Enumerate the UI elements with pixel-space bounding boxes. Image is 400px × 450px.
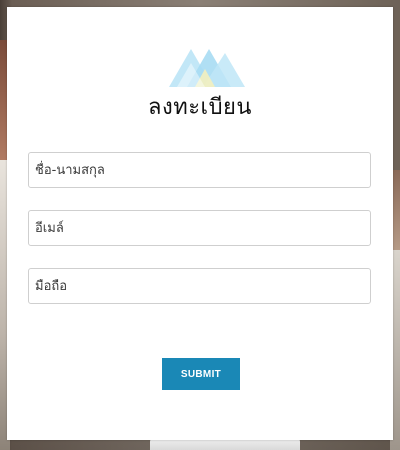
fullname-input[interactable] <box>28 152 371 188</box>
logo-icon <box>169 49 245 87</box>
submit-button[interactable]: SUBMIT <box>162 358 240 390</box>
form-title: ลงทะเบียน <box>148 95 252 120</box>
phone-input[interactable] <box>28 268 371 304</box>
email-input[interactable] <box>28 210 371 246</box>
registration-card: ลงทะเบียน SUBMIT <box>7 7 393 440</box>
